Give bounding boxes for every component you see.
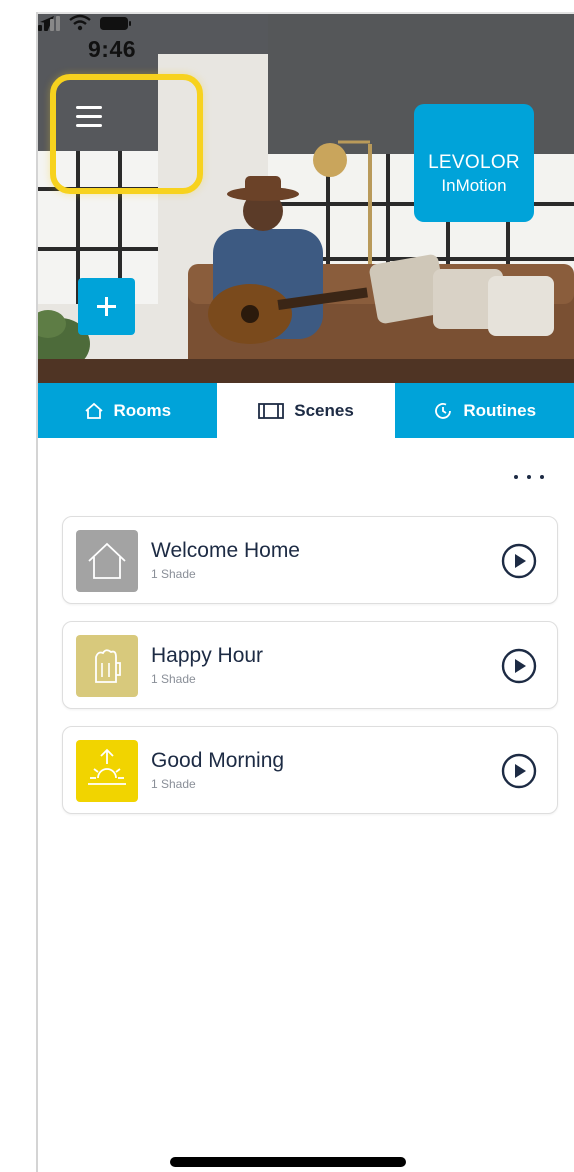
dot-icon [540, 475, 544, 479]
more-options-button[interactable] [514, 469, 544, 485]
scene-card-happy-hour[interactable]: Happy Hour 1 Shade [62, 621, 558, 709]
logo-subtitle: InMotion [441, 176, 507, 195]
scene-shade-count: 1 Shade [151, 567, 196, 581]
scene-shade-count: 1 Shade [151, 672, 196, 686]
status-indicators-icon [38, 14, 131, 31]
scene-name: Welcome Home [151, 539, 300, 562]
hero-image: 9:46 LEVOLOR InMotion [38, 14, 574, 383]
home-indicator[interactable] [170, 1157, 406, 1167]
logo-brand: LEVOLOR [428, 152, 520, 173]
scene-card-welcome-home[interactable]: Welcome Home 1 Shade [62, 516, 558, 604]
tab-rooms-label: Rooms [113, 400, 172, 420]
scene-card-good-morning[interactable]: Good Morning 1 Shade [62, 726, 558, 814]
scene-shade-count: 1 Shade [151, 777, 196, 791]
tab-scenes-label: Scenes [294, 400, 354, 420]
tab-routines-label: Routines [463, 400, 537, 420]
play-icon[interactable] [501, 753, 537, 789]
app-screen: 9:46 LEVOLOR InMotion Rooms Scenes Routi… [38, 14, 574, 1172]
tab-rooms[interactable]: Rooms [38, 383, 217, 438]
beer-mug-icon [76, 635, 138, 697]
highlight-annotation [50, 74, 203, 194]
house-icon [76, 530, 138, 592]
scene-name: Good Morning [151, 749, 285, 772]
add-button[interactable] [78, 278, 135, 335]
play-icon[interactable] [501, 648, 537, 684]
dot-icon [514, 475, 518, 479]
clock-icon [433, 401, 453, 421]
tab-bar: Rooms Scenes Routines [38, 383, 574, 438]
status-time: 9:46 [88, 36, 137, 62]
scene-name: Happy Hour [151, 644, 264, 667]
sunrise-icon [76, 740, 138, 802]
house-icon [84, 402, 104, 420]
tab-routines[interactable]: Routines [395, 383, 574, 438]
play-icon[interactable] [501, 543, 537, 579]
levolor-logo: LEVOLOR InMotion [414, 104, 534, 222]
film-icon [258, 402, 285, 420]
dot-icon [527, 475, 531, 479]
tab-scenes[interactable]: Scenes [216, 383, 396, 438]
